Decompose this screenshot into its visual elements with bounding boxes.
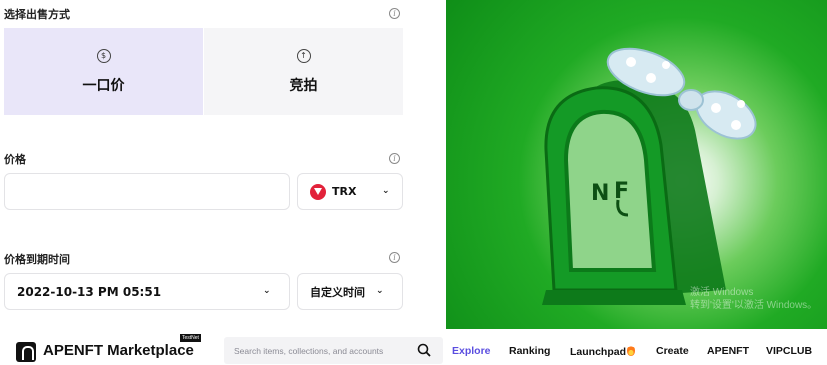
fire-icon — [627, 345, 636, 356]
tab-fixed-price-label: 一口价 — [82, 77, 125, 94]
apenft-logo-icon[interactable] — [16, 342, 36, 362]
nav-explore[interactable]: Explore — [452, 345, 491, 357]
expiry-info-icon[interactable]: i — [389, 252, 400, 263]
testnet-badge: TestNet — [180, 334, 201, 342]
watermark-line1: 激活 Windows — [690, 287, 754, 298]
price-info-icon[interactable]: i — [389, 153, 400, 164]
nav-create[interactable]: Create — [656, 345, 689, 357]
price-label: 价格 — [4, 153, 26, 166]
windows-activation-watermark: 激活 Windows 转到'设置'以激活 Windows。 — [690, 286, 817, 312]
currency-value: TRX — [332, 185, 357, 198]
watermark-line2: 转到'设置'以激活 Windows。 — [690, 300, 818, 311]
nav-ranking[interactable]: Ranking — [509, 345, 550, 357]
expiry-mode-select[interactable]: 自定义时间 ⌄ — [297, 273, 403, 310]
svg-text:F: F — [614, 179, 629, 204]
price-input[interactable] — [5, 174, 289, 209]
arrow-up-icon: ↑ — [296, 48, 311, 63]
tombstone-bow-illustration: N F — [542, 47, 757, 305]
nav-launchpad[interactable]: Launchpad — [570, 345, 636, 358]
chevron-down-icon: ⌄ — [263, 286, 271, 296]
nav-vipclub[interactable]: VIPCLUB — [766, 345, 812, 357]
expiry-label: 价格到期时间 — [4, 253, 70, 266]
tab-auction-label: 竞拍 — [289, 77, 318, 94]
price-field[interactable] — [4, 173, 290, 210]
sell-method-label: 选择出售方式 — [4, 8, 70, 21]
currency-select[interactable]: TRX ⌄ — [297, 173, 403, 210]
dollar-icon: $ — [96, 48, 111, 63]
nav-apenft[interactable]: APENFT — [707, 345, 749, 357]
nft-artwork-image: N F — [446, 0, 827, 329]
search-input[interactable] — [234, 337, 414, 364]
search-icon[interactable] — [417, 343, 431, 357]
expiry-date-select[interactable]: 2022-10-13 PM 05:51 ⌄ — [4, 273, 290, 310]
tab-auction[interactable]: ↑ 竞拍 — [204, 28, 403, 115]
chevron-down-icon: ⌄ — [382, 186, 390, 196]
brand-name[interactable]: APENFT Marketplace — [43, 342, 194, 359]
search-box[interactable] — [224, 337, 443, 364]
expiry-date-value: 2022-10-13 PM 05:51 — [17, 284, 162, 299]
nf-mark: N — [591, 181, 609, 206]
expiry-mode-value: 自定义时间 — [310, 285, 365, 299]
sell-method-info-icon[interactable]: i — [389, 8, 400, 19]
tab-fixed-price[interactable]: $ 一口价 — [4, 28, 203, 115]
chevron-down-icon: ⌄ — [376, 286, 384, 296]
trx-logo-icon — [310, 183, 326, 200]
nav-launchpad-label: Launchpad — [570, 346, 627, 358]
